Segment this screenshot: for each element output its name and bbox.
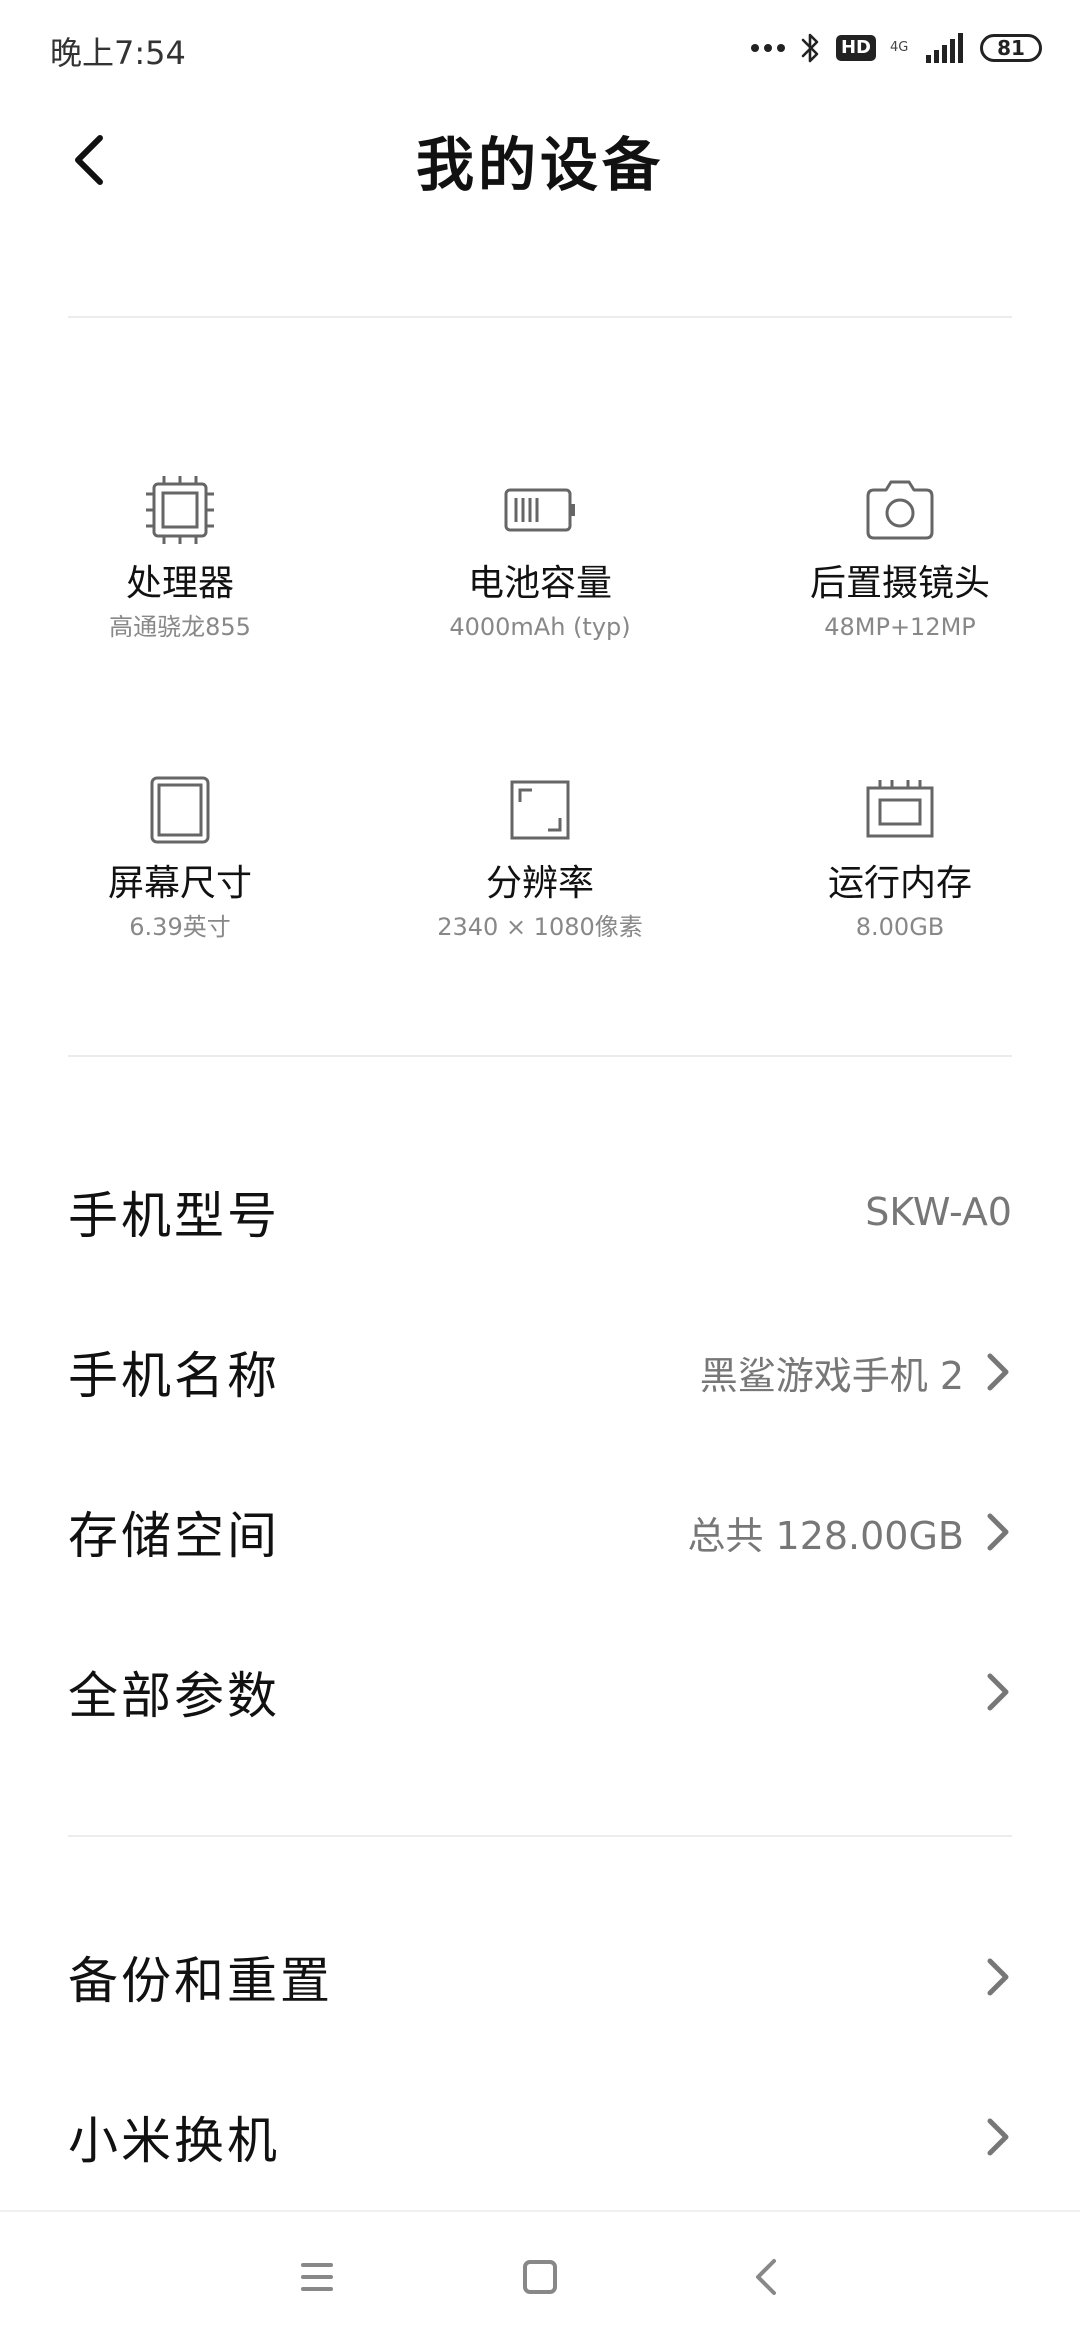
chevron-right-icon <box>987 1958 1009 1996</box>
more-dots-icon <box>750 44 785 52</box>
spec-label: 屏幕尺寸 <box>107 863 252 904</box>
row-storage[interactable]: 存储空间 总共 128.00GB <box>68 1467 1012 1597</box>
row-value: 总共 128.00GB <box>687 1513 964 1558</box>
spec-label: 后置摄镜头 <box>809 563 990 604</box>
spec-memory[interactable]: 运行内存 8.00GB <box>720 770 1080 970</box>
spec-value: 48MP+12MP <box>824 613 976 641</box>
chevron-right-icon <box>987 1353 1009 1391</box>
chevron-right-icon <box>987 2118 1009 2156</box>
row-label: 小米换机 <box>68 2112 280 2170</box>
row-phone-name[interactable]: 手机名称 黑鲨游戏手机 2 <box>68 1307 1012 1437</box>
screen-icon <box>150 776 210 844</box>
chevron-right-icon <box>987 1673 1009 1711</box>
status-icons: HD 4G 81 <box>750 26 1042 70</box>
nav-back-button[interactable] <box>738 2247 798 2307</box>
row-phone-model[interactable]: 手机型号 SKW-A0 <box>68 1147 1012 1277</box>
status-bar: 晚上7:54 HD 4G 81 <box>0 0 1080 100</box>
navigation-bar <box>0 2210 1080 2342</box>
spec-battery[interactable]: 电池容量 4000mAh (typ) <box>360 470 720 670</box>
recent-apps-button[interactable] <box>287 2247 347 2307</box>
spec-value: 高通骁龙855 <box>109 613 251 641</box>
memory-icon <box>866 780 934 838</box>
row-backup-reset[interactable]: 备份和重置 <box>68 1912 1012 2042</box>
row-label: 手机型号 <box>68 1187 280 1245</box>
row-mi-mover[interactable]: 小米换机 <box>68 2072 1012 2202</box>
signal-icon <box>926 33 963 63</box>
row-label: 全部参数 <box>68 1667 280 1725</box>
spec-value: 8.00GB <box>855 913 945 941</box>
battery-level: 81 <box>997 36 1025 60</box>
spec-value: 6.39英寸 <box>129 913 231 941</box>
network-type-label: 4G <box>890 40 909 55</box>
spec-label: 分辨率 <box>485 863 594 904</box>
back-triangle-icon <box>756 2259 776 2295</box>
bluetooth-icon <box>801 33 819 63</box>
hd-badge: HD <box>835 35 876 61</box>
spec-value: 4000mAh (typ) <box>449 613 631 641</box>
menu-icon <box>301 2263 333 2291</box>
spec-value: 2340 × 1080像素 <box>437 913 643 941</box>
spec-camera[interactable]: 后置摄镜头 48MP+12MP <box>720 470 1080 670</box>
divider <box>68 316 1012 318</box>
divider <box>68 1055 1012 1057</box>
chevron-right-icon <box>987 1513 1009 1551</box>
divider <box>68 1835 1012 1837</box>
battery-icon <box>504 488 575 532</box>
spec-screen-size[interactable]: 屏幕尺寸 6.39英寸 <box>0 770 360 970</box>
home-square-icon <box>523 2260 557 2294</box>
spec-label: 运行内存 <box>827 863 972 904</box>
header: 我的设备 <box>0 100 1080 220</box>
row-value: SKW-A0 <box>865 1190 1012 1234</box>
spec-label: 电池容量 <box>467 563 612 604</box>
resolution-icon <box>510 780 570 840</box>
camera-icon <box>866 480 934 540</box>
status-time: 晚上7:54 <box>50 34 186 72</box>
spec-processor[interactable]: 处理器 高通骁龙855 <box>0 470 360 670</box>
spec-label: 处理器 <box>125 563 234 604</box>
home-button[interactable] <box>510 2247 570 2307</box>
page-title: 我的设备 <box>415 131 664 199</box>
row-all-specs[interactable]: 全部参数 <box>68 1627 1012 1757</box>
row-value: 黑鲨游戏手机 2 <box>699 1353 964 1398</box>
battery-indicator: 81 <box>980 34 1042 62</box>
row-label: 存储空间 <box>68 1507 280 1565</box>
processor-icon <box>146 476 214 544</box>
row-label: 备份和重置 <box>68 1952 333 2010</box>
row-label: 手机名称 <box>68 1347 280 1405</box>
spec-resolution[interactable]: 分辨率 2340 × 1080像素 <box>360 770 720 970</box>
